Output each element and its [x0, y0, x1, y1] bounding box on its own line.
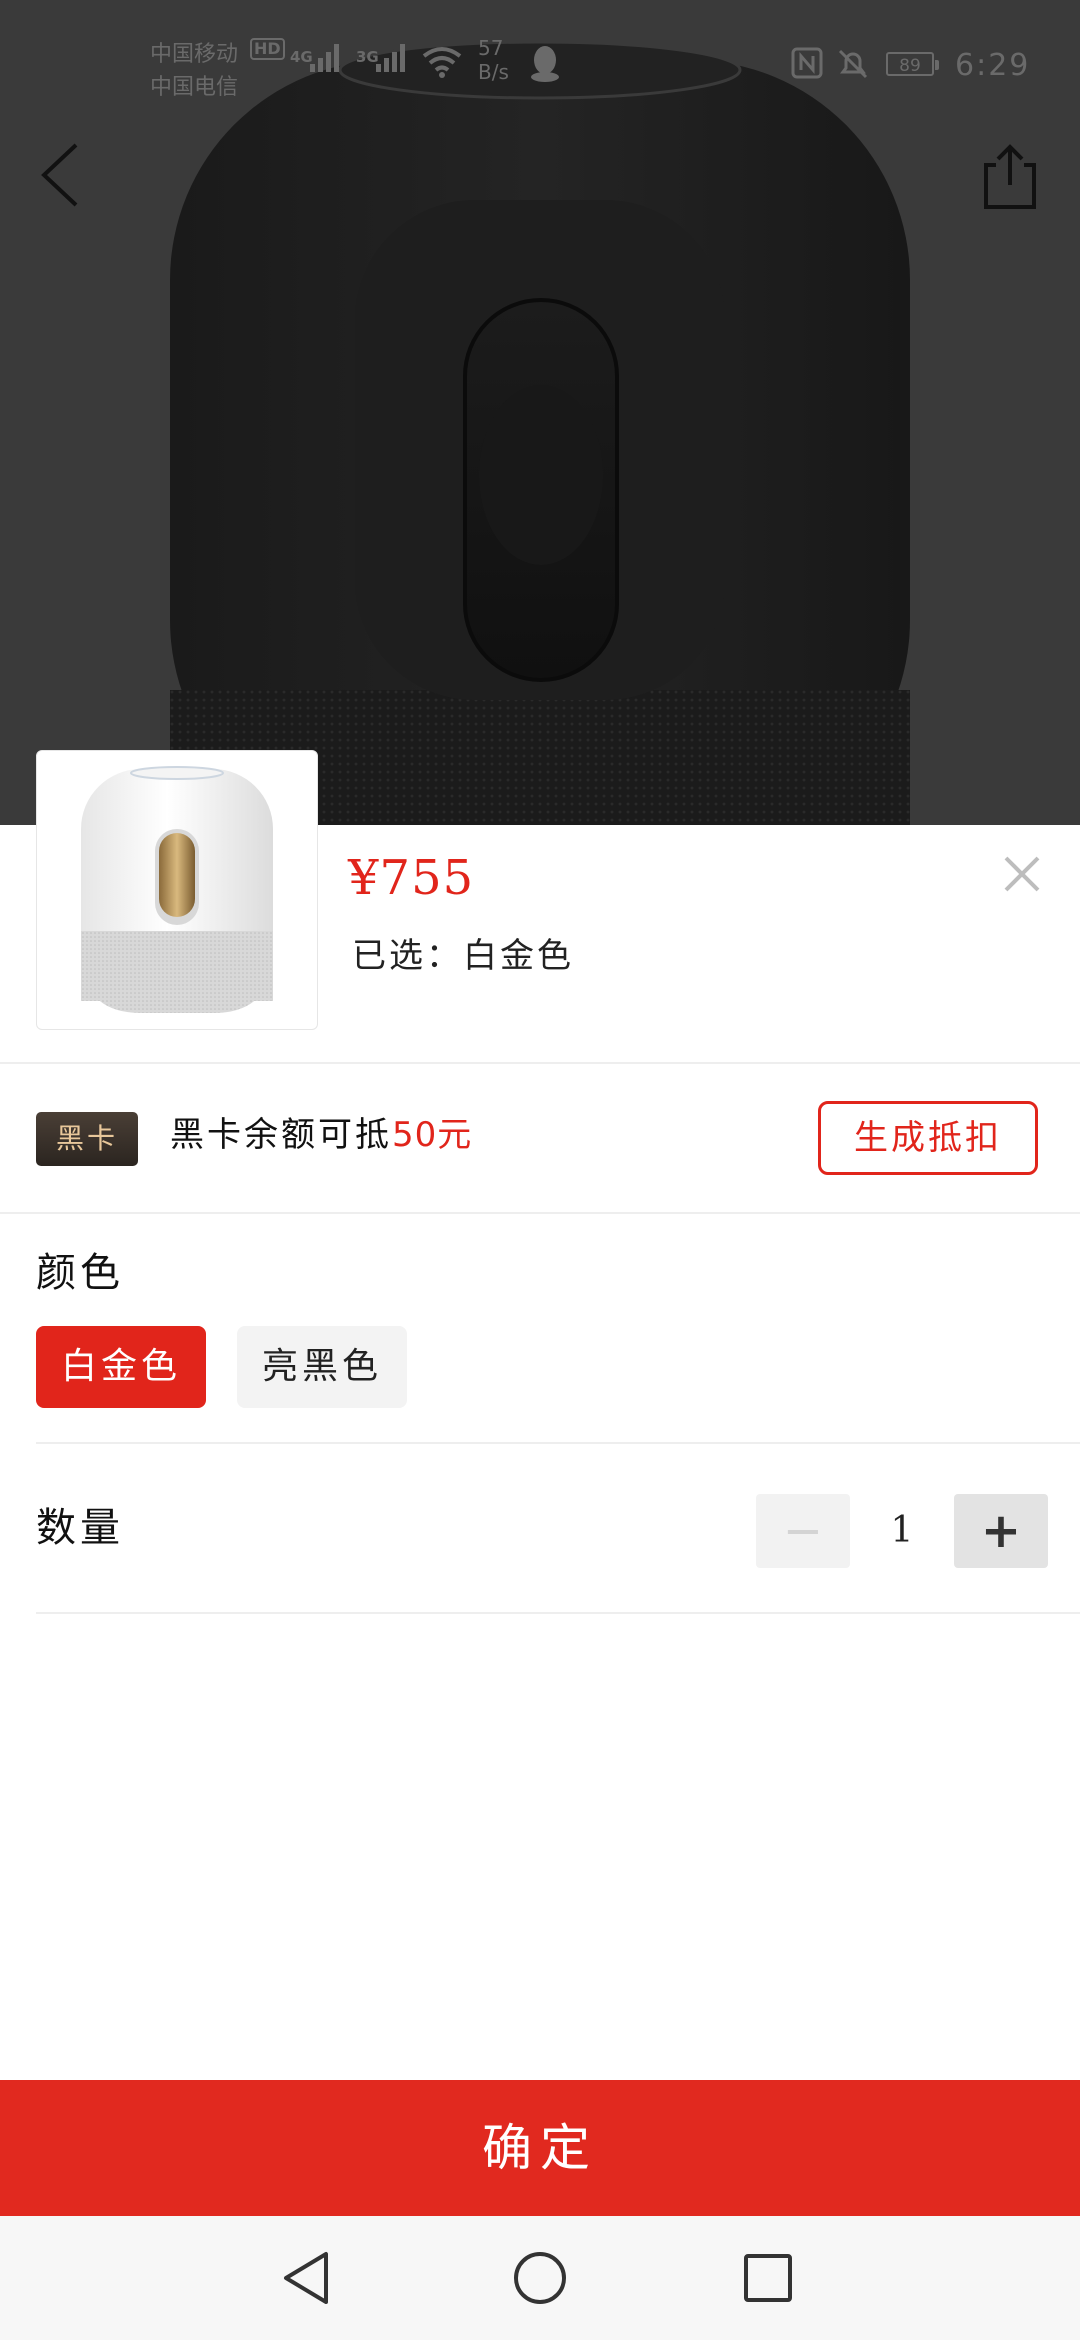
selected-value: 白金色: [463, 936, 574, 976]
product-thumbnail: [36, 750, 318, 1030]
close-icon[interactable]: [998, 850, 1046, 898]
carrier-1: 中国移动: [150, 42, 239, 67]
mute-bell-icon: [838, 49, 868, 79]
network-speed: 57 B/s: [478, 36, 509, 84]
hd-badge: HD: [250, 38, 285, 60]
wifi-icon: [422, 47, 462, 78]
quantity-value[interactable]: 1: [850, 1494, 954, 1568]
quantity-section-title: 数量: [36, 1505, 124, 1551]
heika-text-label: 黑卡余额可抵: [170, 1115, 392, 1155]
heika-badge: 黑卡: [36, 1112, 138, 1166]
back-arrow-icon[interactable]: [30, 135, 90, 215]
divider: [36, 1442, 1080, 1444]
divider: [36, 1612, 1080, 1614]
confirm-button[interactable]: 确定: [0, 2080, 1080, 2216]
heika-balance-text: 黑卡余额可抵50元: [170, 1112, 472, 1158]
quantity-increase-button[interactable]: +: [954, 1494, 1048, 1568]
divider: [0, 1062, 1080, 1064]
speaker-thumbnail-image: [81, 766, 273, 1013]
system-navigation-bar: [0, 2216, 1080, 2340]
clock: 6:29: [955, 48, 1031, 83]
product-hero-image: 中国移动 中国电信 HD 4G 3G 57 B/s 89 6:29: [0, 0, 1080, 825]
nav-home-icon[interactable]: [508, 2246, 572, 2310]
color-option-white-gold[interactable]: 白金色: [36, 1326, 206, 1408]
nav-back-icon[interactable]: [276, 2246, 340, 2310]
nav-recents-icon[interactable]: [736, 2246, 800, 2310]
speed-value: 57: [478, 36, 504, 60]
share-icon[interactable]: [978, 135, 1042, 215]
selected-label: 已选：: [352, 936, 463, 976]
selected-spec: 已选：白金色: [352, 928, 574, 977]
product-price: ¥755: [348, 850, 475, 906]
heika-amount: 50元: [392, 1115, 473, 1155]
signal-icon: [310, 44, 339, 72]
color-section-title: 颜色: [36, 1250, 124, 1296]
carrier-2: 中国电信: [150, 75, 239, 100]
speaker-image: [170, 40, 910, 825]
signal-icon-2: [376, 44, 405, 72]
status-bar: 中国移动 中国电信 HD 4G 3G 57 B/s 89 6:29: [0, 0, 1080, 120]
generate-deduction-button[interactable]: 生成抵扣: [818, 1101, 1038, 1175]
carrier-labels: 中国移动 中国电信: [150, 38, 238, 104]
color-option-bright-black[interactable]: 亮黑色: [237, 1326, 407, 1408]
battery-icon: 89: [886, 52, 939, 76]
speed-unit: B/s: [478, 60, 509, 84]
nfc-icon: [791, 47, 823, 79]
qq-icon: [531, 46, 559, 82]
quantity-decrease-button[interactable]: −: [756, 1494, 850, 1568]
divider: [0, 1212, 1080, 1214]
